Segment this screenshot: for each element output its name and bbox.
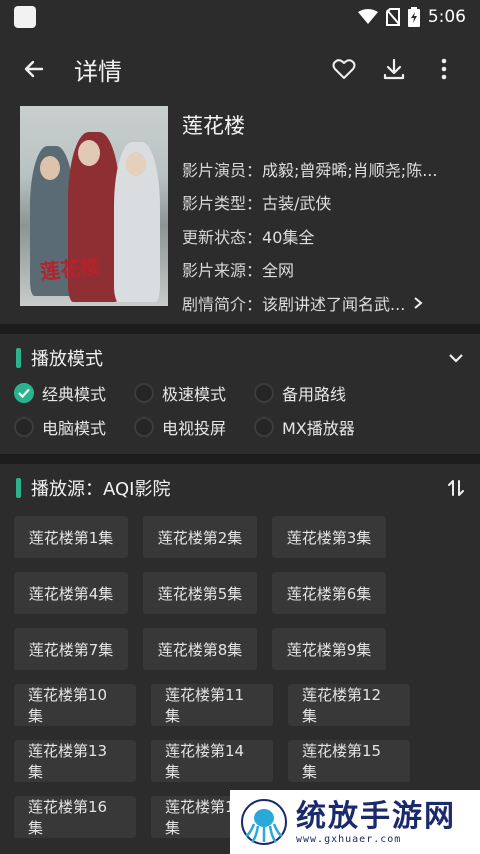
radio-icon[interactable] <box>254 383 274 403</box>
chevron-right-icon <box>414 296 423 309</box>
mode-option-tv-cast[interactable]: 电视投屏 <box>134 416 254 438</box>
source-header: 播放源：AQI影院 <box>0 464 480 512</box>
episode-button[interactable]: 莲花楼第3集 <box>272 516 386 558</box>
radio-checked-icon[interactable] <box>14 383 34 403</box>
accent-bar <box>16 348 21 368</box>
episode-button[interactable]: 莲花楼第9集 <box>272 628 386 670</box>
sort-icon[interactable] <box>448 479 464 497</box>
movie-detail: 莲花楼 莲花楼 影片演员： 成毅;曾舜晞;肖顺尧;陈... 影片类型： 古装/武侠 … <box>0 104 480 324</box>
octopus-logo-icon <box>241 799 287 845</box>
play-mode-title: 播放模式 <box>31 349 103 370</box>
episode-button[interactable]: 莲花楼第10集 <box>14 684 136 726</box>
radio-icon[interactable] <box>14 417 34 437</box>
mode-option-classic[interactable]: 经典模式 <box>14 382 134 404</box>
episode-button[interactable]: 莲花楼第7集 <box>14 628 128 670</box>
watermark-url: www.gxhuaer.com <box>296 833 402 845</box>
movie-poster[interactable]: 莲花楼 <box>20 106 168 306</box>
back-button[interactable] <box>12 47 56 91</box>
accent-bar <box>16 478 21 498</box>
watermark: 统放手游网 www.gxhuaer.com <box>230 790 480 854</box>
episode-button[interactable]: 莲花楼第6集 <box>272 572 386 614</box>
battery-charging-icon <box>407 7 420 27</box>
favorite-button[interactable] <box>324 49 364 89</box>
mode-option-backup[interactable]: 备用路线 <box>254 382 394 404</box>
download-icon <box>383 58 405 80</box>
episode-button[interactable]: 莲花楼第4集 <box>14 572 128 614</box>
episode-button[interactable]: 莲花楼第16集 <box>14 796 136 838</box>
more-vert-icon <box>441 58 447 80</box>
radio-icon[interactable] <box>254 417 274 437</box>
status-bar: 5:06 <box>0 0 480 34</box>
radio-icon[interactable] <box>134 383 154 403</box>
app-bar: 详情 <box>0 34 480 104</box>
wifi-icon <box>357 9 378 25</box>
status-time: 5:06 <box>427 7 466 27</box>
notification-icon <box>14 6 36 28</box>
watermark-text: 统放手游网 <box>296 798 456 834</box>
arrow-left-icon <box>24 60 44 78</box>
page-title: 详情 <box>74 57 122 86</box>
actors-row: 影片演员： 成毅;曾舜晞;肖顺尧;陈... <box>182 160 438 180</box>
episode-button[interactable]: 莲花楼第11集 <box>151 684 273 726</box>
synopsis-row[interactable]: 剧情简介： 该剧讲述了闻名武... <box>182 286 460 320</box>
mode-option-fast[interactable]: 极速模式 <box>134 382 254 404</box>
divider <box>0 454 480 464</box>
source-title: 播放源：AQI影院 <box>31 479 171 500</box>
mode-option-mx-player[interactable]: MX播放器 <box>254 416 394 438</box>
movie-title: 莲花楼 <box>182 114 245 138</box>
episode-button[interactable]: 莲花楼第8集 <box>143 628 257 670</box>
mode-option-pc[interactable]: 电脑模式 <box>14 416 134 438</box>
radio-icon[interactable] <box>134 417 154 437</box>
episode-button[interactable]: 莲花楼第15集 <box>288 740 410 782</box>
genre-row: 影片类型： 古装/武侠 <box>182 194 332 214</box>
play-mode-options: 经典模式 极速模式 备用路线 电脑模式 电视投屏 MX播放器 <box>0 382 480 454</box>
update-status-row: 更新状态： 40集全 <box>182 227 315 247</box>
episode-button[interactable]: 莲花楼第2集 <box>143 516 257 558</box>
no-sim-icon <box>385 8 400 26</box>
episode-button[interactable]: 莲花楼第1集 <box>14 516 128 558</box>
source-row: 影片来源： 全网 <box>182 261 295 281</box>
episode-button[interactable]: 莲花楼第13集 <box>14 740 136 782</box>
heart-icon <box>332 59 356 79</box>
more-options-button[interactable] <box>424 49 464 89</box>
chevron-down-icon[interactable] <box>448 353 464 363</box>
play-mode-header[interactable]: 播放模式 <box>0 334 480 382</box>
episode-button[interactable]: 莲花楼第14集 <box>151 740 273 782</box>
divider <box>0 324 480 334</box>
download-button[interactable] <box>374 49 414 89</box>
episode-button[interactable]: 莲花楼第5集 <box>143 572 257 614</box>
episode-button[interactable]: 莲花楼第12集 <box>288 684 410 726</box>
